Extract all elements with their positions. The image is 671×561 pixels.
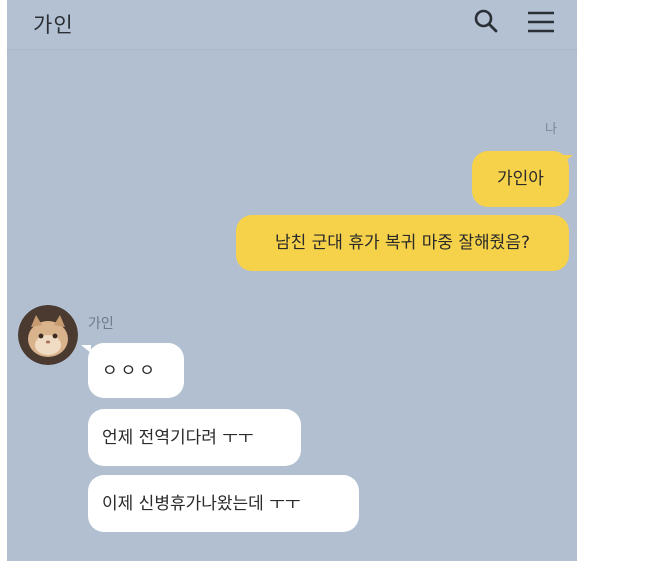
chat-title: 가인	[33, 13, 74, 37]
avatar-cat-icon	[18, 305, 78, 365]
incoming-message[interactable]: 언제 전역기다려 ㅜㅜ	[88, 409, 301, 466]
my-sender-label: 나	[545, 122, 557, 137]
avatar[interactable]	[18, 305, 78, 365]
incoming-message[interactable]: ㅇㅇㅇ	[88, 343, 184, 398]
outgoing-message[interactable]: 남친 군대 휴가 복귀 마중 잘해줬음?	[236, 215, 569, 271]
incoming-message[interactable]: 이제 신병휴가나왔는데 ㅜㅜ	[88, 475, 359, 532]
chat-header: 가인	[7, 0, 577, 50]
search-icon[interactable]	[473, 8, 499, 34]
menu-icon[interactable]	[526, 10, 556, 34]
chat-screen: 가인 나 가인아 남친 군대 휴가 복귀 마중 잘해줬음? 가인 ㅇㅇㅇ 언제 …	[7, 0, 577, 561]
outgoing-message[interactable]: 가인아	[472, 151, 569, 207]
sender-name: 가인	[88, 316, 114, 332]
